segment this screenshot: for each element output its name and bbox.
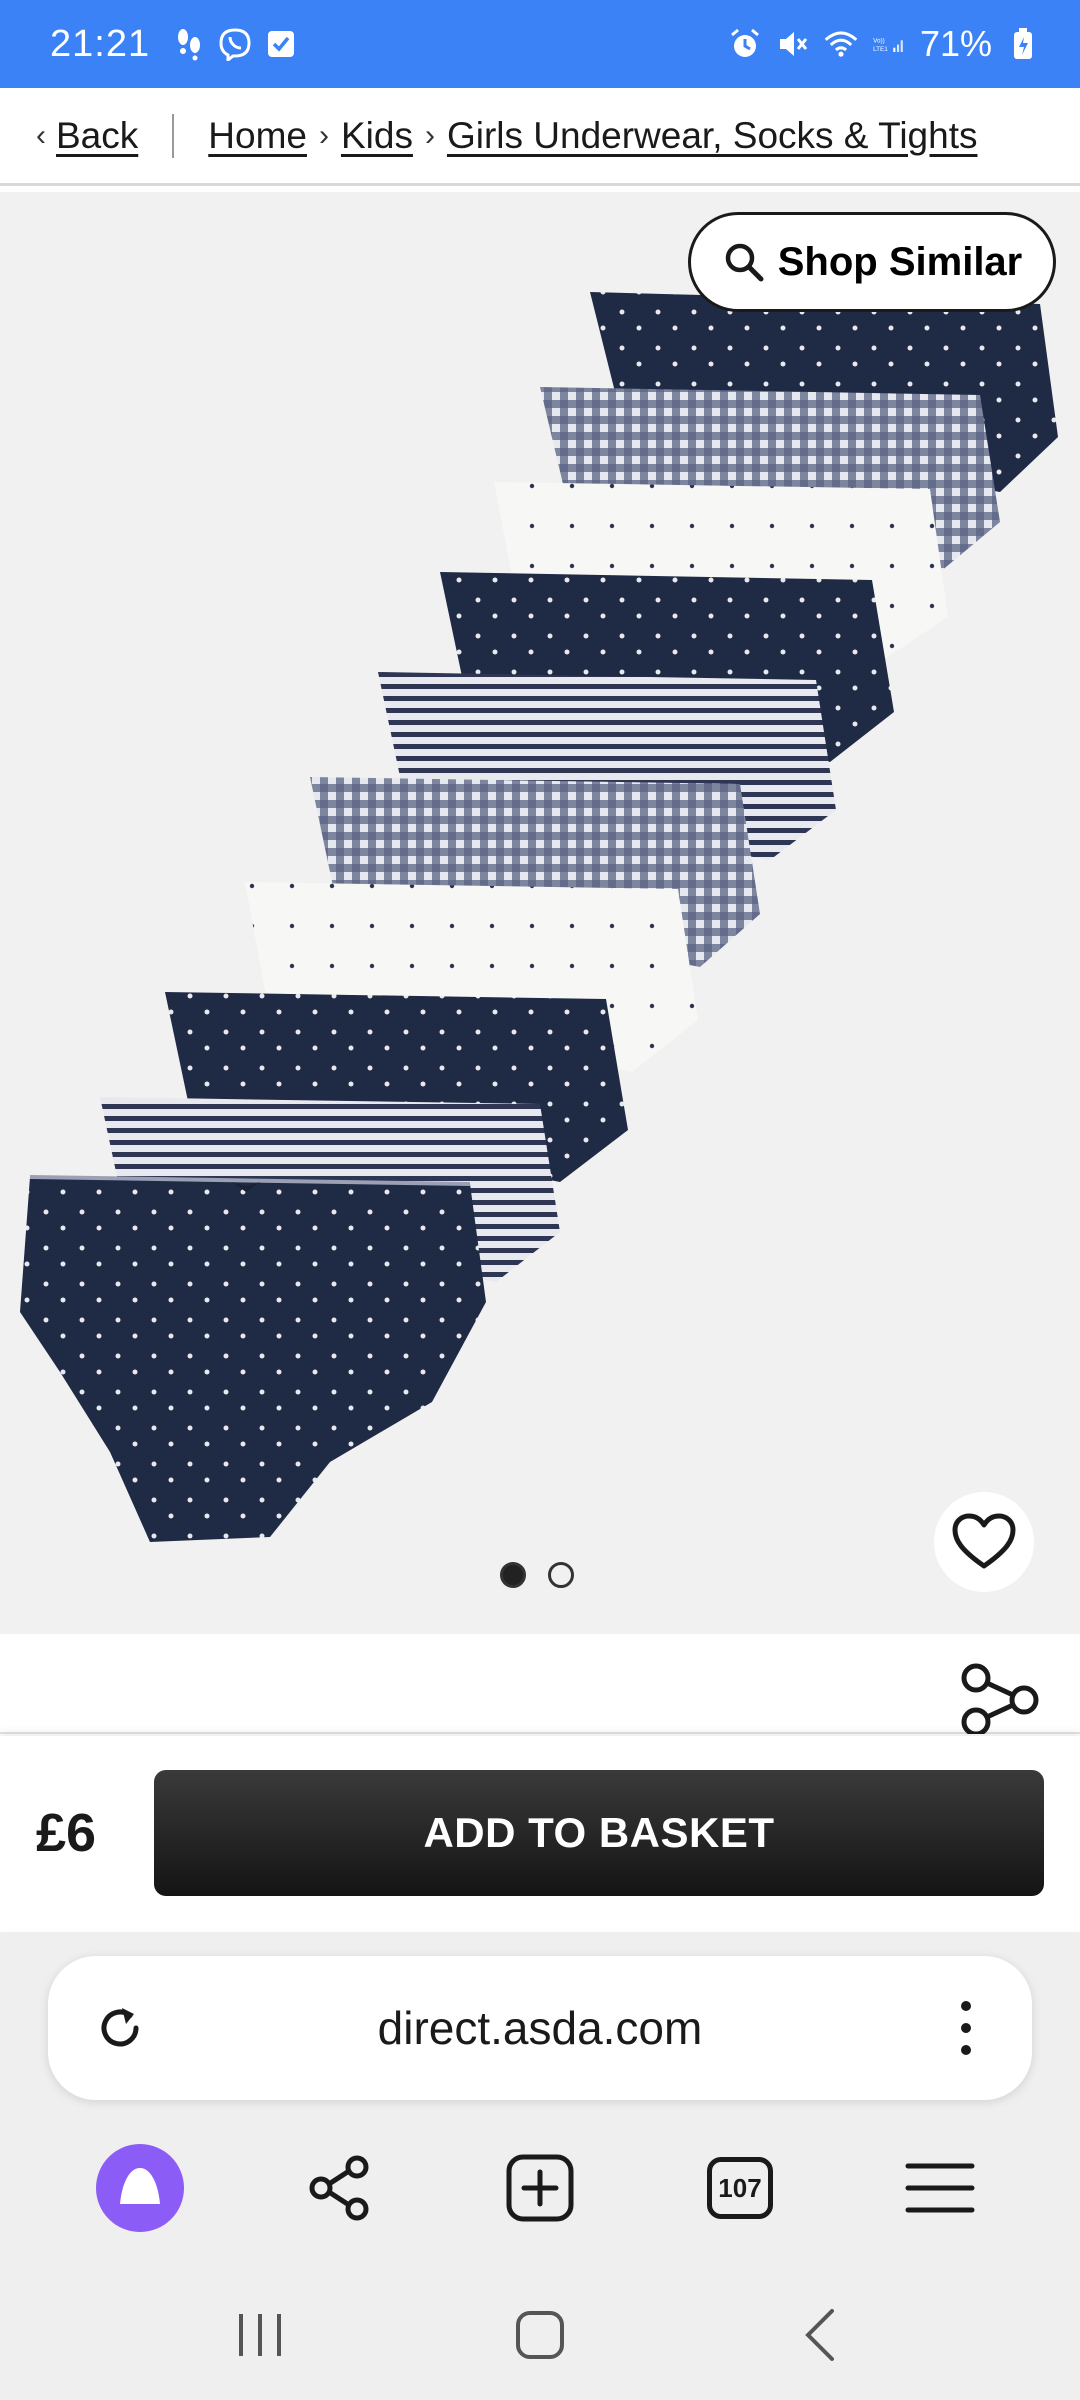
share-icon[interactable] bbox=[960, 1660, 1040, 1734]
chevron-right-icon: › bbox=[424, 118, 435, 152]
carousel-dot-2[interactable] bbox=[548, 1562, 574, 1588]
footsteps-icon bbox=[172, 27, 206, 61]
shop-similar-button[interactable]: Shop Similar bbox=[688, 212, 1056, 312]
status-time: 21:21 bbox=[50, 22, 151, 65]
add-to-basket-button[interactable]: ADD TO BASKET bbox=[154, 1770, 1044, 1896]
chevron-left-icon: ‹ bbox=[36, 118, 46, 152]
assistant-button[interactable] bbox=[90, 2138, 190, 2238]
browser-chrome: direct.asda.com 107 bbox=[0, 1932, 1080, 2400]
url-text: direct.asda.com bbox=[377, 2002, 703, 2054]
svg-text:LTE1: LTE1 bbox=[873, 46, 888, 53]
checkbox-notification-icon bbox=[264, 27, 298, 61]
breadcrumb-home[interactable]: Home bbox=[208, 115, 307, 157]
plus-square-icon bbox=[506, 2154, 574, 2222]
search-icon bbox=[725, 243, 764, 282]
breadcrumb: ‹ Back Home › Kids › Girls Underwear, So… bbox=[0, 88, 1080, 186]
alice-assistant-icon bbox=[96, 2144, 184, 2232]
share-page-button[interactable] bbox=[290, 2138, 390, 2238]
status-bar: 21:21 Vo)) LTE1 71% bbox=[0, 0, 1080, 88]
back-chevron-icon bbox=[805, 2309, 834, 2361]
battery-icon bbox=[1006, 27, 1040, 61]
hamburger-menu-icon bbox=[905, 2163, 975, 2213]
browser-menu-button[interactable] bbox=[890, 2138, 990, 2238]
recent-apps-button[interactable] bbox=[215, 2290, 305, 2380]
more-vertical-icon[interactable] bbox=[956, 1998, 976, 2058]
system-nav-bar bbox=[0, 2270, 1080, 2400]
product-price: £6 bbox=[36, 1803, 97, 1863]
shop-similar-label: Shop Similar bbox=[777, 239, 1023, 284]
mute-icon bbox=[776, 27, 810, 61]
refresh-icon[interactable] bbox=[92, 2000, 148, 2056]
chevron-right-icon: › bbox=[318, 118, 329, 152]
carousel-dot-1[interactable] bbox=[500, 1562, 526, 1588]
browser-toolbar: 107 bbox=[0, 2128, 1080, 2248]
wifi-icon bbox=[824, 27, 858, 61]
back-link[interactable]: Back bbox=[56, 115, 138, 157]
breadcrumb-category[interactable]: Girls Underwear, Socks & Tights bbox=[447, 115, 978, 157]
breadcrumb-kids[interactable]: Kids bbox=[341, 115, 413, 157]
breadcrumb-divider bbox=[172, 113, 175, 158]
battery-percent: 71% bbox=[919, 23, 992, 64]
wishlist-button[interactable] bbox=[934, 1492, 1034, 1592]
product-photo bbox=[20, 292, 1058, 1542]
address-bar[interactable]: direct.asda.com bbox=[48, 1956, 1032, 2100]
alarm-icon bbox=[728, 27, 762, 61]
viber-icon bbox=[218, 27, 252, 61]
purchase-bar: £6 ADD TO BASKET bbox=[0, 1736, 1080, 1930]
back-button[interactable] bbox=[775, 2290, 865, 2380]
tab-count: 107 bbox=[707, 2157, 773, 2219]
carousel-dots bbox=[500, 1562, 574, 1588]
recent-apps-icon bbox=[239, 2314, 281, 2356]
share-strip bbox=[0, 1634, 1080, 1734]
briefs-stack bbox=[20, 292, 1058, 1542]
heart-icon bbox=[952, 1513, 1016, 1569]
home-button[interactable] bbox=[495, 2290, 585, 2380]
volte-signal-icon: Vo)) LTE1 bbox=[872, 27, 906, 61]
product-image-carousel[interactable]: Shop Similar bbox=[0, 192, 1080, 1634]
svg-text:Vo)): Vo)) bbox=[873, 37, 885, 44]
new-tab-button[interactable] bbox=[490, 2138, 590, 2238]
tabs-button[interactable]: 107 bbox=[690, 2138, 790, 2238]
share-icon bbox=[309, 2155, 369, 2221]
home-square-icon bbox=[516, 2311, 564, 2359]
